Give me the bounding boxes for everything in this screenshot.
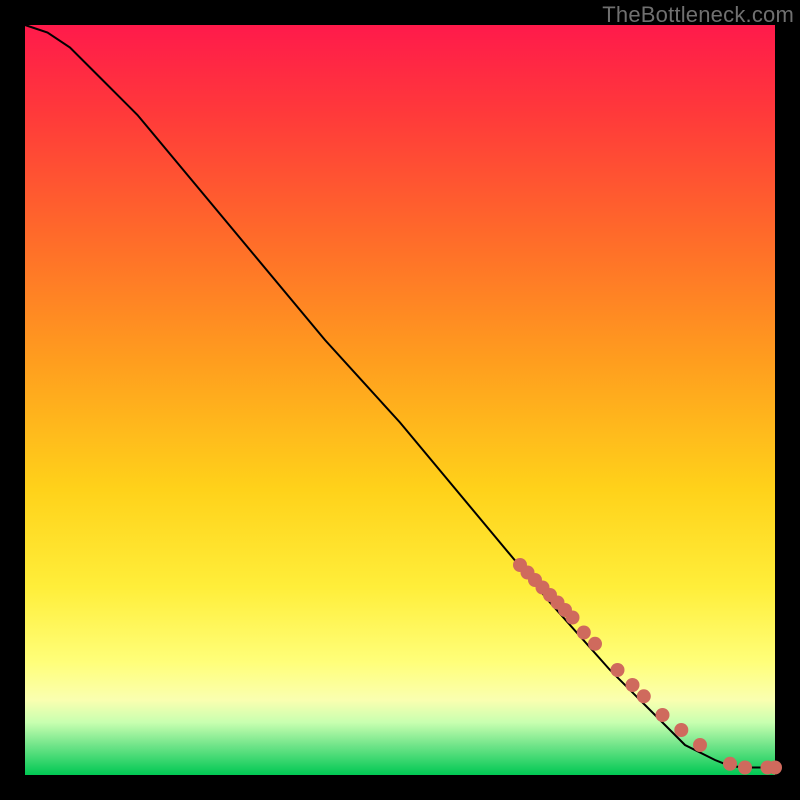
marker-point [588,637,602,651]
marker-point [674,723,688,737]
markers-group [513,558,782,775]
marker-point [626,678,640,692]
curve-line [25,25,775,768]
marker-point [566,611,580,625]
chart-svg [25,25,775,775]
marker-point [738,761,752,775]
marker-point [577,626,591,640]
marker-point [723,757,737,771]
marker-point [611,663,625,677]
marker-point [693,738,707,752]
marker-point [656,708,670,722]
marker-point [637,689,651,703]
marker-point [768,761,782,775]
